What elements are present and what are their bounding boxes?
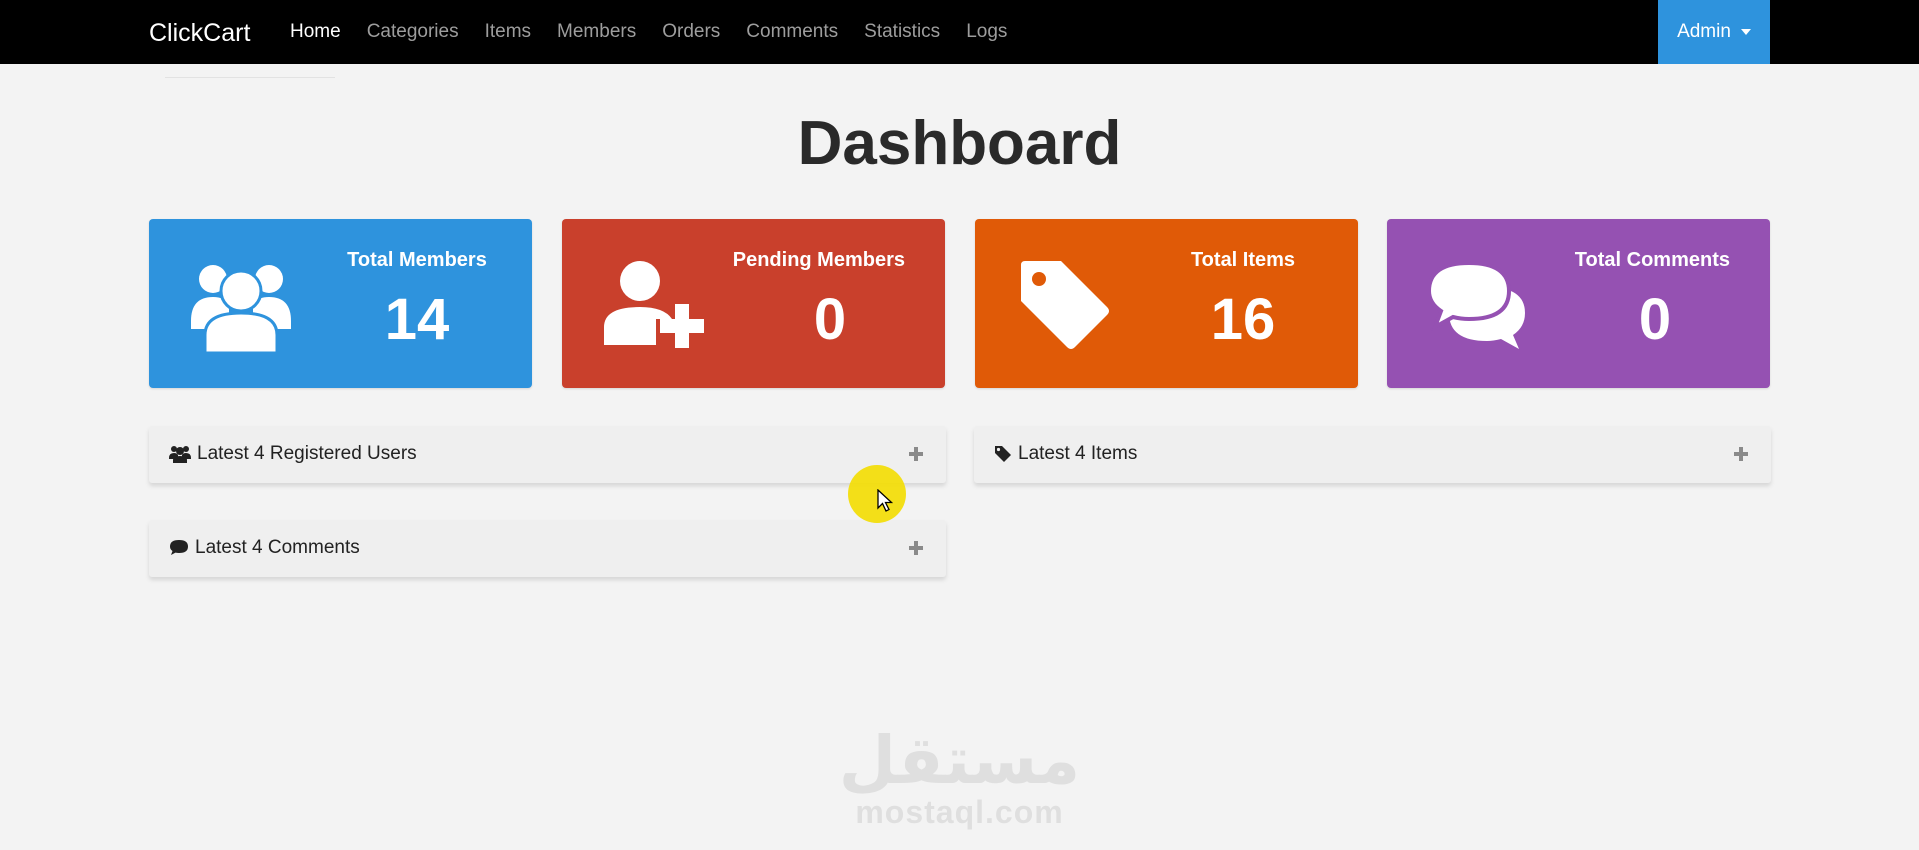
stat-label: Total Comments (1574, 249, 1730, 271)
stat-value: 14 (384, 287, 450, 352)
mouse-pointer-icon (877, 489, 893, 512)
nav-link-members[interactable]: Members (544, 0, 649, 64)
plus-icon[interactable] (906, 538, 926, 558)
caret-down-icon (1740, 29, 1751, 35)
panel-latest-items: Latest 4 Items (974, 426, 1771, 483)
nav-link-logs[interactable]: Logs (953, 0, 1020, 64)
admin-dropdown-button[interactable]: Admin (1658, 0, 1770, 64)
stat-card-total-members[interactable]: Total Members 14 (149, 219, 532, 388)
nav-links: Home Categories Items Members Orders Com… (277, 0, 1020, 64)
nav-link-home[interactable]: Home (277, 0, 354, 64)
nav-link-orders[interactable]: Orders (649, 0, 733, 64)
panel-heading: Latest 4 Registered Users (169, 443, 417, 465)
stat-value: 0 (1638, 287, 1672, 352)
brand-logo-link[interactable]: ClickCart (149, 19, 250, 48)
nav-link-comments[interactable]: Comments (733, 0, 851, 64)
page-title: Dashboard (797, 109, 1122, 178)
panel-title: Latest 4 Comments (195, 537, 360, 558)
stat-value: 0 (813, 287, 847, 352)
stat-label: Total Members (347, 249, 487, 271)
users-icon (191, 265, 291, 353)
plus-icon[interactable] (906, 444, 926, 464)
panel-heading: Latest 4 Items (994, 443, 1137, 465)
panel-title: Latest 4 Items (1018, 443, 1138, 464)
watermark-latin: mostaql.com (855, 794, 1064, 830)
stat-card-total-comments[interactable]: Total Comments 0 (1387, 219, 1770, 388)
watermark: مستقل mostaql.com (0, 722, 1919, 831)
user-plus-icon (604, 261, 704, 348)
comment-icon (170, 540, 188, 555)
stat-label: Total Items (1190, 249, 1296, 271)
divider (165, 77, 335, 78)
panel-title: Latest 4 Registered Users (197, 443, 417, 464)
stat-card-pending-members[interactable]: Pending Members 0 (562, 219, 945, 388)
panel-heading: Latest 4 Comments (169, 537, 360, 559)
watermark-arabic: مستقل (838, 722, 1081, 799)
comments-icon (1429, 260, 1525, 349)
plus-icon[interactable] (1731, 444, 1751, 464)
stat-label: Pending Members (732, 249, 905, 271)
users-icon (169, 446, 191, 463)
panel-latest-comments: Latest 4 Comments (149, 520, 946, 577)
admin-dropdown-label: Admin (1677, 21, 1731, 42)
nav-link-categories[interactable]: Categories (354, 0, 472, 64)
stat-card-total-items[interactable]: Total Items 16 (975, 219, 1358, 388)
tag-icon (1021, 261, 1109, 349)
tag-icon (995, 446, 1011, 462)
panel-latest-users: Latest 4 Registered Users (149, 426, 946, 483)
nav-link-items[interactable]: Items (472, 0, 544, 64)
nav-link-statistics[interactable]: Statistics (851, 0, 953, 64)
stat-value: 16 (1210, 287, 1276, 352)
top-navbar: ClickCart Home Categories Items Members … (0, 0, 1919, 64)
